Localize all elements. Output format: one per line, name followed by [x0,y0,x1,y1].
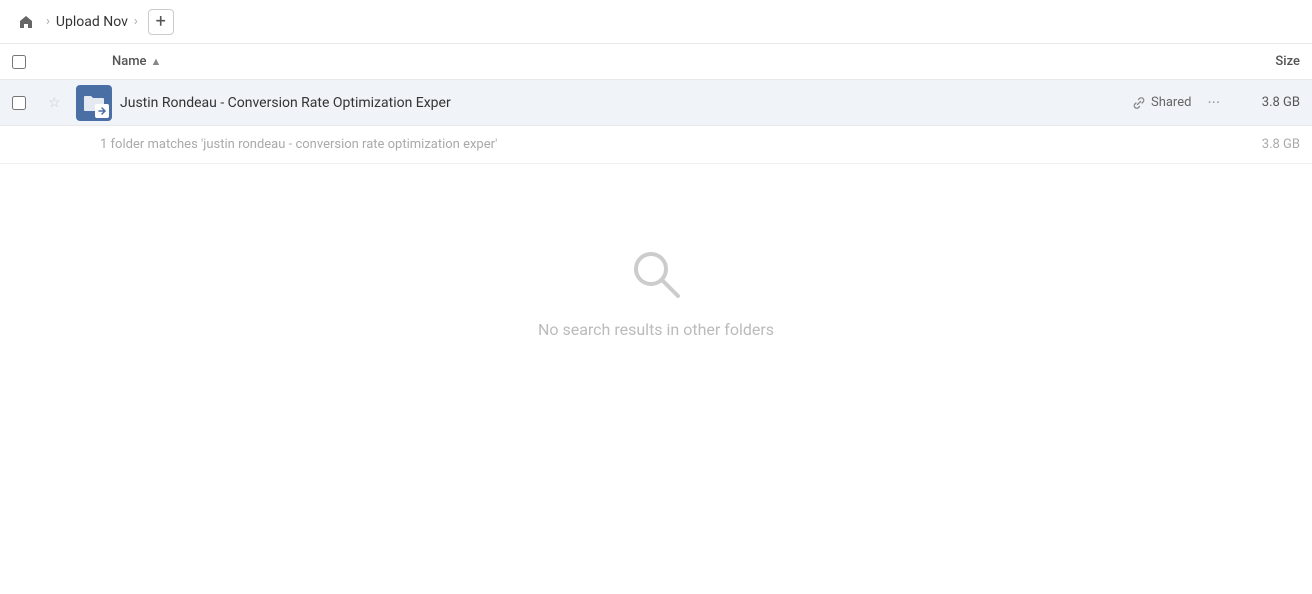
link-badge [95,104,109,118]
row-star-col: ☆ [48,95,76,111]
row-checkbox[interactable] [12,96,26,110]
file-name: Justin Rondeau - Conversion Rate Optimiz… [120,95,1132,111]
folder-icon [76,85,112,121]
breadcrumb-sep-2: › [134,14,138,29]
no-results-text: No search results in other folders [538,320,774,339]
home-button[interactable] [12,8,40,36]
no-results-area: No search results in other folders [0,164,1312,339]
match-summary-row: 1 folder matches 'justin rondeau - conve… [0,126,1312,164]
select-all-checkbox[interactable] [12,55,26,69]
breadcrumb-sep-1: › [46,14,50,29]
file-size: 3.8 GB [1240,95,1300,110]
sort-indicator: ▲ [151,55,162,68]
link-icon [1132,96,1146,110]
header-checkbox-col [12,55,48,69]
search-icon-large [626,244,686,304]
add-button[interactable]: + [148,9,174,35]
more-button[interactable]: ··· [1207,93,1220,112]
breadcrumb-bar: › Upload Nov › + [0,0,1312,44]
star-icon[interactable]: ☆ [48,95,61,111]
header-size-col[interactable]: Size [1220,54,1300,69]
shared-label: Shared [1151,95,1191,110]
breadcrumb-folder[interactable]: Upload Nov [56,14,128,30]
row-checkbox-col [12,96,48,110]
shared-badge: Shared [1132,95,1191,110]
file-row[interactable]: ☆ Justin Rondeau - Conversion Rate Optim… [0,80,1312,126]
match-text: 1 folder matches 'justin rondeau - conve… [100,137,1262,152]
table-header: Name ▲ Size [0,44,1312,80]
header-name-col[interactable]: Name ▲ [112,54,1220,69]
match-size: 3.8 GB [1262,137,1300,152]
name-col-label: Name [112,54,147,69]
